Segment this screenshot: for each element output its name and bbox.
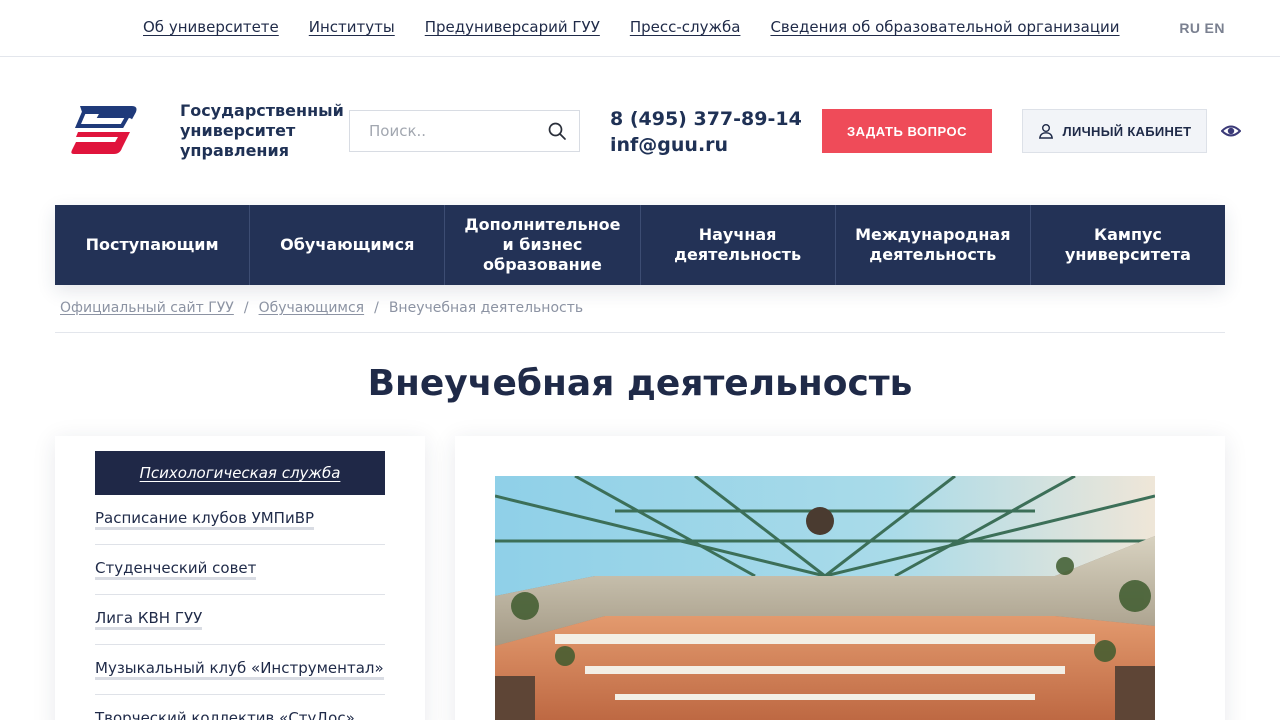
sidebar-item-psychological-service[interactable]: Психологическая служба	[95, 451, 385, 495]
nav-science[interactable]: Научная деятельность	[641, 205, 836, 285]
guu-logo[interactable]	[70, 104, 140, 158]
sidebar: Психологическая служба Расписание клубов…	[55, 436, 425, 720]
personal-cabinet-button[interactable]: ЛИЧНЫЙ КАБИНЕТ	[1022, 109, 1207, 153]
sidebar-list: Расписание клубов УМПиВР Студенческий со…	[95, 495, 385, 720]
main-nav: Поступающим Обучающимся Дополнительное и…	[55, 205, 1225, 285]
language-switcher: RU EN	[1179, 20, 1225, 36]
content-panel	[455, 436, 1225, 720]
search-icon[interactable]	[547, 121, 567, 141]
breadcrumb-home[interactable]: Официальный сайт ГУУ	[60, 300, 234, 316]
sidebar-item-label: Музыкальный клуб «Инструментал»	[95, 659, 384, 680]
nav-students[interactable]: Обучающимся	[250, 205, 446, 285]
sidebar-item-label: Творческий коллектив «СтуДос»	[95, 709, 355, 720]
divider	[55, 332, 1225, 333]
sidebar-item-student-council[interactable]: Студенческий совет	[95, 545, 385, 595]
nav-applicants[interactable]: Поступающим	[55, 205, 251, 285]
page-title: Внеучебная деятельность	[367, 363, 913, 404]
nav-additional-education[interactable]: Дополнительное и бизнес образование	[445, 205, 641, 285]
top-link-org-info[interactable]: Сведения об образовательной организации	[770, 18, 1119, 36]
contacts: 8 (495) 377-89-14 inf@guu.ru	[610, 106, 802, 158]
lang-en[interactable]: EN	[1205, 20, 1225, 36]
sidebar-item-club-schedule[interactable]: Расписание клубов УМПиВР	[95, 495, 385, 545]
search-box	[349, 110, 580, 152]
sidebar-item-music-club[interactable]: Музыкальный клуб «Инструментал»	[95, 645, 385, 695]
personal-cabinet-label: ЛИЧНЫЙ КАБИНЕТ	[1062, 123, 1192, 139]
sidebar-item-label: Психологическая служба	[139, 464, 341, 482]
ask-question-button[interactable]: ЗАДАТЬ ВОПРОС	[822, 109, 992, 153]
breadcrumb-separator: /	[243, 300, 249, 316]
nav-international[interactable]: Международная деятельность	[836, 205, 1031, 285]
breadcrumb-section[interactable]: Обучающимся	[259, 300, 365, 316]
top-links: Об университете Институты Предуниверсари…	[143, 18, 1120, 36]
search-input[interactable]	[350, 111, 540, 151]
lang-ru[interactable]: RU	[1179, 20, 1200, 36]
sidebar-item-label: Расписание клубов УМПиВР	[95, 509, 315, 530]
sidebar-item-label: Студенческий совет	[95, 559, 257, 580]
university-name-line-3: управления	[180, 141, 289, 160]
sidebar-item-label: Лига КВН ГУУ	[95, 609, 203, 630]
sidebar-item-studos[interactable]: Творческий коллектив «СтуДос»	[95, 695, 385, 720]
top-link-about[interactable]: Об университете	[143, 18, 279, 36]
user-icon	[1038, 124, 1053, 139]
email-link[interactable]: inf@guu.ru	[610, 132, 802, 158]
university-name-line-1: Государственный	[180, 101, 344, 120]
nav-campus[interactable]: Кампус университета	[1031, 205, 1225, 285]
sidebar-item-kvn-league[interactable]: Лига КВН ГУУ	[95, 595, 385, 645]
top-link-preuniversary[interactable]: Предуниверсарий ГУУ	[425, 18, 600, 36]
phone-link[interactable]: 8 (495) 377-89-14	[610, 106, 802, 132]
atrium-photo	[495, 476, 1155, 720]
eye-icon[interactable]	[1221, 122, 1241, 140]
breadcrumb-current: Внеучебная деятельность	[388, 300, 584, 316]
top-link-press[interactable]: Пресс-служба	[630, 18, 741, 36]
breadcrumb: Официальный сайт ГУУ / Обучающимся / Вне…	[60, 300, 583, 316]
university-name-line-2: университет	[180, 121, 296, 140]
university-name[interactable]: Государственный университет управления	[180, 101, 350, 161]
top-bar: Об университете Институты Предуниверсари…	[0, 0, 1280, 57]
top-link-institutes[interactable]: Институты	[309, 18, 395, 36]
breadcrumb-separator: /	[374, 300, 379, 316]
